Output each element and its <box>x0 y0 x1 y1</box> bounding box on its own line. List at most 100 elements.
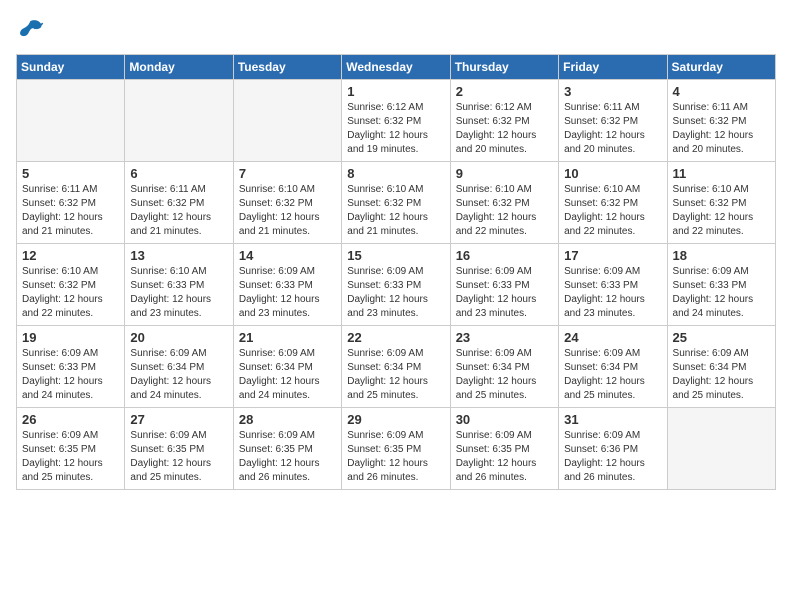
day-number: 6 <box>130 166 227 181</box>
calendar-cell: 25Sunrise: 6:09 AM Sunset: 6:34 PM Dayli… <box>667 326 775 408</box>
day-info: Sunrise: 6:12 AM Sunset: 6:32 PM Dayligh… <box>347 101 444 157</box>
calendar-week-4: 19 Sunrise: 6:09 AM Sunset: 6:33 PM Dayli… <box>17 326 776 408</box>
weekday-header-sunday: Sunday <box>17 55 125 80</box>
calendar-cell: 18 Sunrise: 6:09 AM Sunset: 6:33 PM Dayli… <box>667 244 775 326</box>
calendar-week-2: 5 Sunrise: 6:11 AM Sunset: 6:32 PM Daylig… <box>17 162 776 244</box>
calendar-cell: 10Sunrise: 6:10 AM Sunset: 6:32 PM Dayli… <box>559 162 667 244</box>
day-info: Sunrise: 6:09 AM Sunset: 6:35 PM Dayligh… <box>456 429 553 485</box>
day-number: 2 <box>456 84 553 99</box>
day-number: 20 <box>130 330 227 345</box>
day-number: 23 <box>456 330 553 345</box>
calendar-cell: 17Sunrise: 6:09 AM Sunset: 6:33 PM Dayli… <box>559 244 667 326</box>
calendar-cell: 1 Sunrise: 6:12 AM Sunset: 6:32 PM Daylig… <box>342 80 450 162</box>
day-number: 30 <box>456 412 553 427</box>
calendar-table: SundayMondayTuesdayWednesdayThursdayFrid… <box>16 54 776 490</box>
day-number: 31 <box>564 412 661 427</box>
calendar-cell <box>233 80 341 162</box>
calendar-cell: 29Sunrise: 6:09 AM Sunset: 6:35 PM Dayli… <box>342 408 450 490</box>
day-info: Sunrise: 6:09 AM Sunset: 6:33 PM Dayligh… <box>456 265 553 321</box>
day-info: Sunrise: 6:10 AM Sunset: 6:32 PM Dayligh… <box>673 183 770 239</box>
day-number: 19 <box>22 330 119 345</box>
day-info: Sunrise: 6:09 AM Sunset: 6:34 PM Dayligh… <box>130 347 227 403</box>
weekday-header-row: SundayMondayTuesdayWednesdayThursdayFrid… <box>17 55 776 80</box>
day-number: 1 <box>347 84 444 99</box>
calendar-cell: 24 Sunrise: 6:09 AM Sunset: 6:34 PM Dayli… <box>559 326 667 408</box>
calendar-cell: 13Sunrise: 6:10 AM Sunset: 6:33 PM Dayli… <box>125 244 233 326</box>
day-number: 11 <box>673 166 770 181</box>
calendar-cell: 20 Sunrise: 6:09 AM Sunset: 6:34 PM Dayli… <box>125 326 233 408</box>
day-info: Sunrise: 6:09 AM Sunset: 6:34 PM Dayligh… <box>456 347 553 403</box>
calendar-cell <box>667 408 775 490</box>
day-info: Sunrise: 6:11 AM Sunset: 6:32 PM Dayligh… <box>673 101 770 157</box>
day-number: 24 <box>564 330 661 345</box>
day-info: Sunrise: 6:09 AM Sunset: 6:34 PM Dayligh… <box>239 347 336 403</box>
day-info: Sunrise: 6:11 AM Sunset: 6:32 PM Dayligh… <box>130 183 227 239</box>
day-info: Sunrise: 6:10 AM Sunset: 6:32 PM Dayligh… <box>456 183 553 239</box>
day-number: 3 <box>564 84 661 99</box>
calendar-cell: 27Sunrise: 6:09 AM Sunset: 6:35 PM Dayli… <box>125 408 233 490</box>
day-number: 5 <box>22 166 119 181</box>
day-info: Sunrise: 6:09 AM Sunset: 6:36 PM Dayligh… <box>564 429 661 485</box>
day-info: Sunrise: 6:09 AM Sunset: 6:33 PM Dayligh… <box>22 347 119 403</box>
day-number: 12 <box>22 248 119 263</box>
day-number: 28 <box>239 412 336 427</box>
page-header <box>16 16 776 44</box>
day-number: 10 <box>564 166 661 181</box>
day-number: 27 <box>130 412 227 427</box>
calendar-cell: 16Sunrise: 6:09 AM Sunset: 6:33 PM Dayli… <box>450 244 558 326</box>
calendar-cell: 11 Sunrise: 6:10 AM Sunset: 6:32 PM Dayli… <box>667 162 775 244</box>
day-number: 15 <box>347 248 444 263</box>
day-info: Sunrise: 6:10 AM Sunset: 6:32 PM Dayligh… <box>239 183 336 239</box>
day-info: Sunrise: 6:09 AM Sunset: 6:34 PM Dayligh… <box>564 347 661 403</box>
day-info: Sunrise: 6:09 AM Sunset: 6:33 PM Dayligh… <box>347 265 444 321</box>
day-number: 22 <box>347 330 444 345</box>
calendar-cell <box>17 80 125 162</box>
weekday-header-tuesday: Tuesday <box>233 55 341 80</box>
logo <box>16 16 48 44</box>
calendar-cell: 15 Sunrise: 6:09 AM Sunset: 6:33 PM Dayli… <box>342 244 450 326</box>
day-number: 26 <box>22 412 119 427</box>
day-number: 18 <box>673 248 770 263</box>
calendar-cell: 30 Sunrise: 6:09 AM Sunset: 6:35 PM Dayli… <box>450 408 558 490</box>
weekday-header-thursday: Thursday <box>450 55 558 80</box>
calendar-cell: 31 Sunrise: 6:09 AM Sunset: 6:36 PM Dayli… <box>559 408 667 490</box>
day-number: 7 <box>239 166 336 181</box>
weekday-header-friday: Friday <box>559 55 667 80</box>
weekday-header-saturday: Saturday <box>667 55 775 80</box>
day-info: Sunrise: 6:09 AM Sunset: 6:33 PM Dayligh… <box>673 265 770 321</box>
calendar-cell: 21 Sunrise: 6:09 AM Sunset: 6:34 PM Dayli… <box>233 326 341 408</box>
calendar-cell: 7 Sunrise: 6:10 AM Sunset: 6:32 PM Daylig… <box>233 162 341 244</box>
calendar-cell: 28 Sunrise: 6:09 AM Sunset: 6:35 PM Dayli… <box>233 408 341 490</box>
day-number: 4 <box>673 84 770 99</box>
day-info: Sunrise: 6:09 AM Sunset: 6:35 PM Dayligh… <box>239 429 336 485</box>
day-info: Sunrise: 6:09 AM Sunset: 6:35 PM Dayligh… <box>22 429 119 485</box>
calendar-cell: 2 Sunrise: 6:12 AM Sunset: 6:32 PM Daylig… <box>450 80 558 162</box>
calendar-cell: 6 Sunrise: 6:11 AM Sunset: 6:32 PM Daylig… <box>125 162 233 244</box>
calendar-cell: 4 Sunrise: 6:11 AM Sunset: 6:32 PM Daylig… <box>667 80 775 162</box>
day-number: 8 <box>347 166 444 181</box>
calendar-cell: 14 Sunrise: 6:09 AM Sunset: 6:33 PM Dayli… <box>233 244 341 326</box>
calendar-cell: 26 Sunrise: 6:09 AM Sunset: 6:35 PM Dayli… <box>17 408 125 490</box>
calendar-week-3: 12 Sunrise: 6:10 AM Sunset: 6:32 PM Dayli… <box>17 244 776 326</box>
day-number: 13 <box>130 248 227 263</box>
weekday-header-monday: Monday <box>125 55 233 80</box>
calendar-week-5: 26 Sunrise: 6:09 AM Sunset: 6:35 PM Dayli… <box>17 408 776 490</box>
calendar-week-1: 1 Sunrise: 6:12 AM Sunset: 6:32 PM Daylig… <box>17 80 776 162</box>
calendar-cell: 8 Sunrise: 6:10 AM Sunset: 6:32 PM Daylig… <box>342 162 450 244</box>
day-info: Sunrise: 6:11 AM Sunset: 6:32 PM Dayligh… <box>564 101 661 157</box>
calendar-cell: 9 Sunrise: 6:10 AM Sunset: 6:32 PM Daylig… <box>450 162 558 244</box>
day-number: 9 <box>456 166 553 181</box>
day-info: Sunrise: 6:09 AM Sunset: 6:33 PM Dayligh… <box>239 265 336 321</box>
day-number: 14 <box>239 248 336 263</box>
day-info: Sunrise: 6:12 AM Sunset: 6:32 PM Dayligh… <box>456 101 553 157</box>
weekday-header-wednesday: Wednesday <box>342 55 450 80</box>
day-info: Sunrise: 6:10 AM Sunset: 6:32 PM Dayligh… <box>347 183 444 239</box>
logo-icon <box>16 16 44 44</box>
day-number: 25 <box>673 330 770 345</box>
day-number: 21 <box>239 330 336 345</box>
calendar-cell: 23 Sunrise: 6:09 AM Sunset: 6:34 PM Dayli… <box>450 326 558 408</box>
day-info: Sunrise: 6:10 AM Sunset: 6:32 PM Dayligh… <box>22 265 119 321</box>
day-number: 17 <box>564 248 661 263</box>
calendar-cell: 5Sunrise: 6:11 AM Sunset: 6:32 PM Daylig… <box>17 162 125 244</box>
day-number: 29 <box>347 412 444 427</box>
